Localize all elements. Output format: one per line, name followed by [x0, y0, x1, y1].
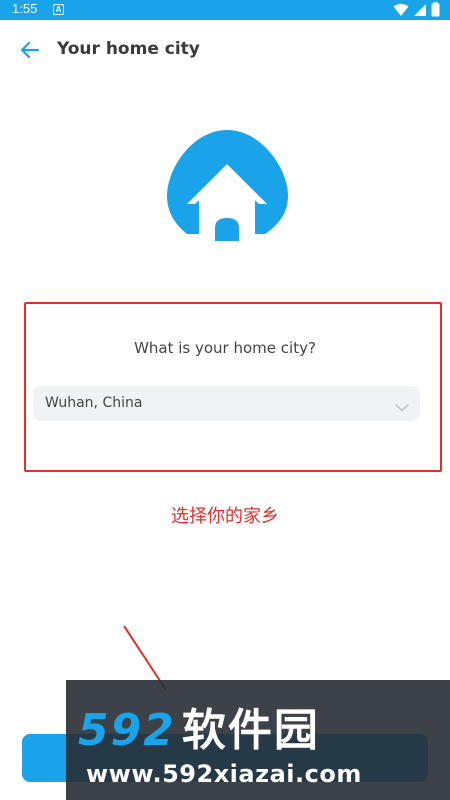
status-time: 1:55: [12, 1, 38, 16]
signal-icon: [413, 2, 427, 21]
annotation-text: 选择你的家乡: [171, 506, 279, 527]
notification-badge: A: [53, 4, 64, 15]
question-label: What is your home city?: [134, 339, 316, 357]
watermark-number: 592: [78, 705, 176, 756]
status-bar: 1:55 A: [0, 0, 450, 20]
wifi-icon: [393, 2, 409, 21]
city-select[interactable]: Wuhan, China: [33, 386, 420, 421]
back-arrow-icon[interactable]: [18, 38, 42, 62]
watermark-name: 软件园: [181, 705, 320, 756]
status-icons: [393, 2, 440, 21]
page-title: Your home city: [57, 39, 200, 59]
watermark: 592 软件园 www.592xiazai.com: [66, 680, 450, 800]
watermark-logo: 592 软件园: [78, 694, 320, 758]
watermark-url: www.592xiazai.com: [86, 760, 362, 788]
house-icon: [165, 128, 290, 243]
app-bar: Your home city: [0, 20, 450, 80]
chevron-down-icon: [395, 397, 409, 416]
city-value: Wuhan, China: [45, 395, 143, 411]
battery-icon: [431, 2, 440, 21]
